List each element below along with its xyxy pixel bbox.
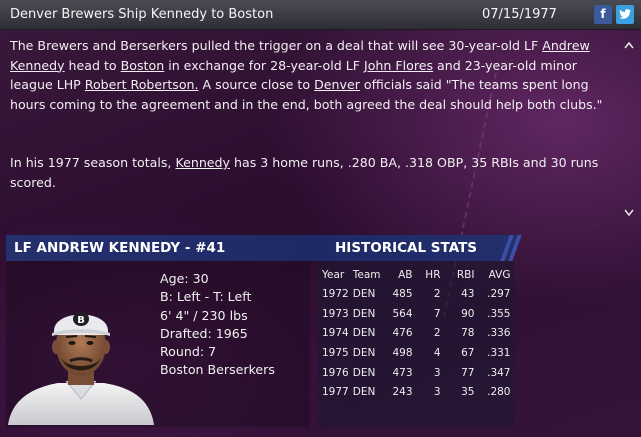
stats-header-row: Year Team AB HR RBI AVG: [320, 266, 513, 284]
table-row: 1975 DEN 498 4 67 .331: [320, 343, 513, 363]
player-team[interactable]: Boston Berserkers: [160, 361, 275, 379]
table-row: 1974 DEN 476 2 78 .336: [320, 323, 513, 343]
player-title[interactable]: LF ANDREW KENNEDY - #41: [14, 240, 225, 256]
cell-rbi: 67: [461, 346, 475, 359]
cell-year: 1972: [322, 287, 349, 300]
cell-rbi: 77: [461, 366, 475, 379]
cell-year: 1977: [322, 386, 349, 399]
cell-rbi: 35: [461, 386, 475, 399]
player-size: 6' 4" / 230 lbs: [160, 307, 248, 323]
twitter-icon[interactable]: [616, 5, 634, 24]
cell-team: DEN: [352, 307, 376, 320]
cell-avg: .355: [487, 307, 511, 320]
cell-avg: .347: [487, 366, 511, 379]
cell-hr: 2: [433, 327, 441, 340]
article-text: A source close to: [198, 77, 315, 92]
facebook-icon[interactable]: f: [594, 5, 612, 24]
cell-ab: 243: [392, 386, 413, 399]
column-header-avg: AVG: [488, 269, 511, 281]
article-text: in exchange for 28-year-old LF: [164, 57, 364, 73]
player-avatar: B: [8, 312, 154, 425]
cell-team: DEN: [352, 346, 376, 359]
cell-year: 1973: [322, 307, 349, 320]
cell-ab: 476: [392, 327, 413, 340]
cell-hr: 4: [433, 346, 441, 359]
cell-avg: .336: [487, 327, 511, 340]
cell-hr: 7: [433, 307, 441, 320]
player-bats-throws: B: Left - T: Left: [160, 289, 252, 305]
link-denver[interactable]: Denver: [314, 77, 360, 92]
cell-year: 1974: [322, 327, 349, 340]
player-info: Age: 30 B: Left - T: Left 6' 4" / 230 lb…: [160, 270, 275, 380]
player-age: Age: 30: [160, 271, 209, 286]
table-row: 1973 DEN 564 7 90 .355: [320, 304, 513, 324]
table-row: 1972 DEN 485 2 43 .297: [320, 284, 513, 304]
link-john-flores[interactable]: John Flores: [364, 58, 433, 73]
headline: Denver Brewers Ship Kennedy to Boston: [10, 7, 274, 22]
cap-logo: B: [77, 315, 85, 326]
news-header: Denver Brewers Ship Kennedy to Boston 07…: [0, 0, 641, 30]
cell-year: 1976: [322, 366, 349, 379]
scroll-up-icon[interactable]: [624, 38, 634, 52]
article-paragraph-2: In his 1977 season totals, Kennedy has 3…: [10, 153, 615, 192]
historical-stats-table: Year Team AB HR RBI AVG 1972 DEN 485 2 4…: [320, 266, 513, 402]
article-body: The Brewers and Berserkers pulled the tr…: [10, 36, 615, 192]
cell-avg: .331: [487, 346, 511, 359]
player-drafted: Drafted: 1965: [160, 325, 248, 341]
cell-avg: .297: [487, 287, 511, 300]
table-row: 1976 DEN 473 3 77 .347: [320, 363, 513, 383]
column-header-hr: HR: [425, 269, 441, 281]
cell-year: 1975: [322, 346, 349, 359]
cell-rbi: 78: [461, 327, 475, 340]
article-text: The Brewers and Berserkers pulled the tr…: [10, 38, 543, 53]
article-date: 07/15/1977: [482, 7, 557, 22]
cell-hr: 3: [433, 386, 441, 399]
cell-team: DEN: [352, 366, 376, 379]
link-robert-robertson[interactable]: Robert Robertson.: [85, 77, 199, 92]
cell-rbi: 90: [461, 307, 475, 320]
cell-ab: 473: [392, 366, 413, 379]
cell-team: DEN: [352, 327, 376, 340]
table-row: 1977 DEN 243 3 35 .280: [320, 382, 513, 402]
column-header-year: Year: [322, 269, 345, 281]
scroll-down-icon[interactable]: [624, 206, 634, 220]
historical-stats-title: HISTORICAL STATS: [335, 240, 478, 256]
cell-avg: .280: [487, 386, 511, 399]
link-kennedy[interactable]: Kennedy: [175, 155, 230, 170]
cell-team: DEN: [352, 287, 376, 300]
cell-rbi: 43: [461, 287, 475, 300]
cell-hr: 3: [433, 366, 441, 379]
column-header-rbi: RBI: [456, 269, 475, 281]
article-text: In his 1977 season totals,: [10, 155, 176, 170]
cell-hr: 2: [433, 287, 441, 300]
player-round: Round: 7: [160, 344, 217, 360]
article-paragraph-1: The Brewers and Berserkers pulled the tr…: [10, 36, 615, 114]
cell-ab: 564: [392, 307, 413, 320]
link-boston[interactable]: Boston: [121, 58, 165, 73]
article-text: head to: [64, 57, 121, 73]
cell-ab: 485: [392, 287, 413, 300]
cell-ab: 498: [392, 346, 413, 359]
column-header-ab: AB: [398, 269, 413, 281]
cell-team: DEN: [352, 386, 376, 399]
column-header-team: Team: [352, 269, 381, 281]
